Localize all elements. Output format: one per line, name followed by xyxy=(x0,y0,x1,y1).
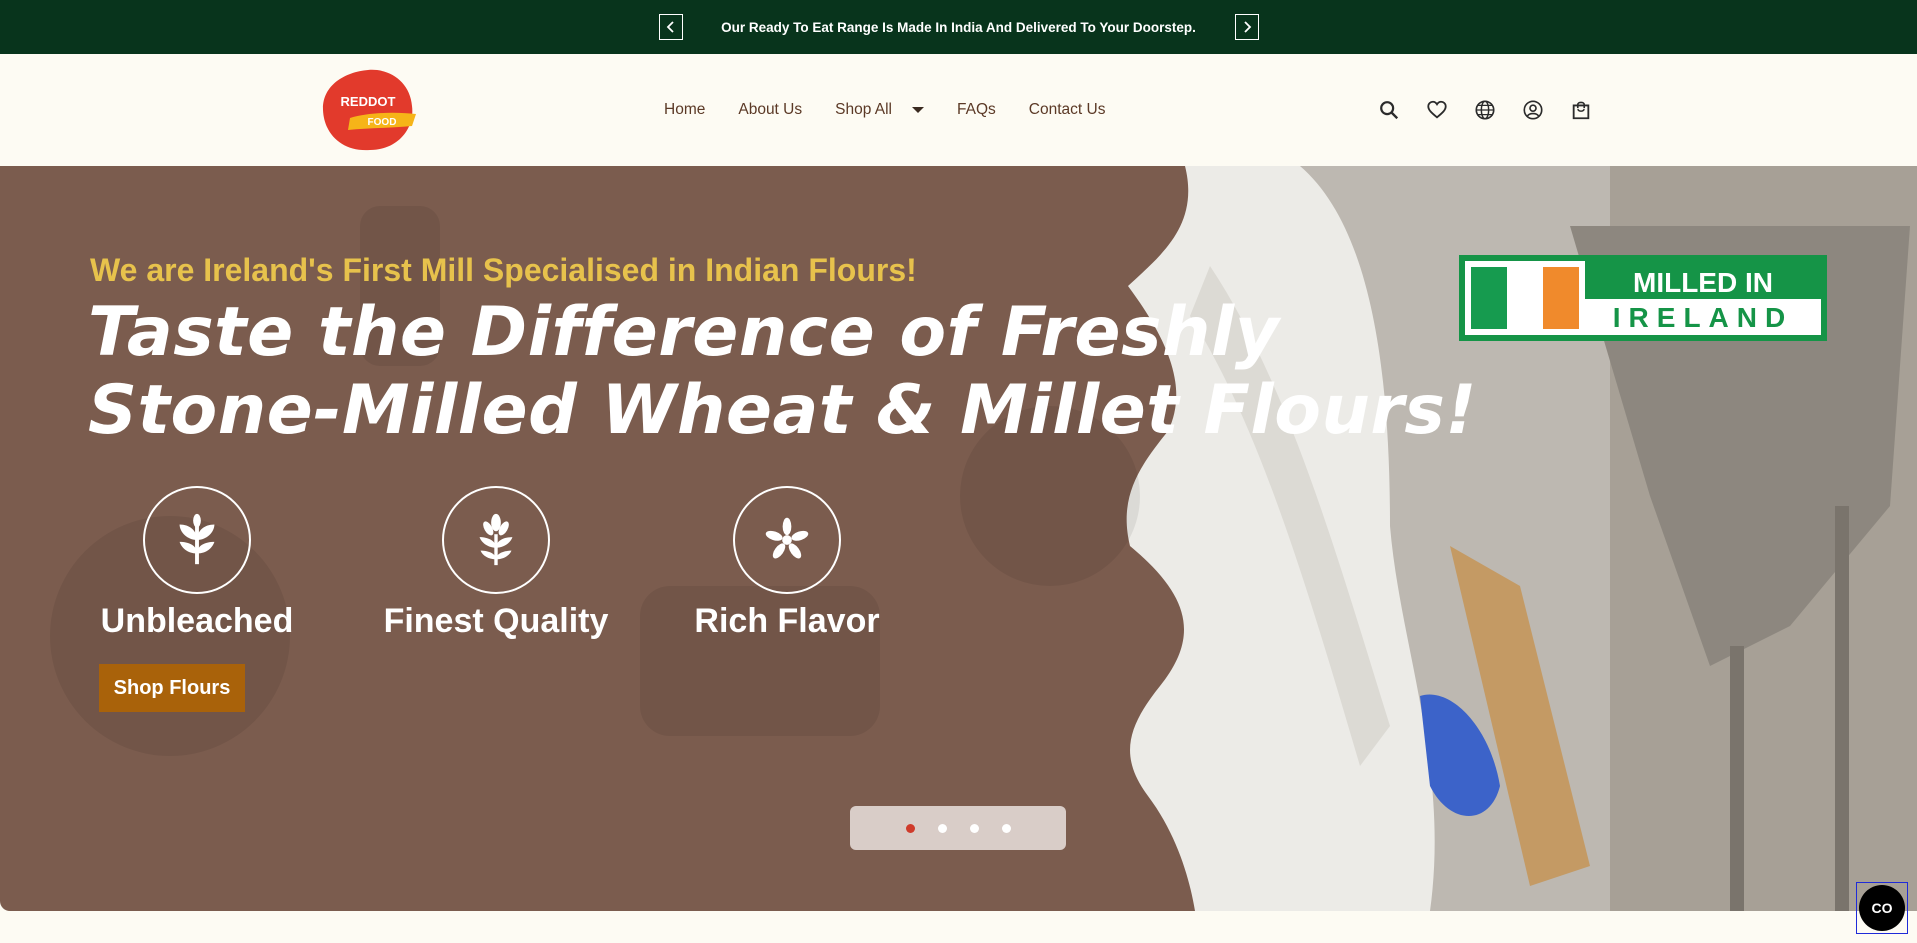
badge-text-milled-in: MILLED IN xyxy=(1633,267,1773,298)
feature-icon-circle xyxy=(442,486,550,594)
bag-icon[interactable] xyxy=(1570,99,1592,121)
feature-icon-circle xyxy=(733,486,841,594)
hero-tagline: We are Ireland's First Mill Specialised … xyxy=(90,252,917,288)
globe-icon[interactable] xyxy=(1474,99,1496,121)
hero-banner: MILLED IN IRELAND We are Ireland's First… xyxy=(0,166,1917,911)
brand-logo[interactable]: REDDOT FOOD xyxy=(320,68,416,152)
header-icons xyxy=(1378,54,1592,166)
shop-flours-button[interactable]: Shop Flours xyxy=(99,664,245,712)
slide-dot-3[interactable] xyxy=(969,823,979,833)
chevron-left-icon xyxy=(666,21,674,33)
chat-widget-button[interactable]: CO xyxy=(1856,882,1908,934)
hero-headline-line1: Taste the Difference of Freshly xyxy=(88,293,1280,372)
slide-dot-4[interactable] xyxy=(1001,823,1011,833)
chat-icon: CO xyxy=(1859,885,1905,931)
announcement-text: Our Ready To Eat Range Is Made In India … xyxy=(721,19,1196,35)
feature-finest-quality: Finest Quality xyxy=(356,486,636,641)
nav-shop-all[interactable]: Shop All xyxy=(835,101,925,119)
site-header: REDDOT FOOD Home About Us Shop All FAQs … xyxy=(0,54,1917,166)
caret-down-icon xyxy=(912,107,925,113)
main-nav: Home About Us Shop All FAQs Contact Us xyxy=(664,54,1105,166)
slider-pagination xyxy=(850,806,1066,850)
user-icon[interactable] xyxy=(1522,99,1544,121)
chevron-right-icon xyxy=(1243,21,1251,33)
feature-label: Unbleached xyxy=(100,602,294,640)
feature-label: Rich Flavor xyxy=(694,602,880,640)
nav-contact-us[interactable]: Contact Us xyxy=(1029,101,1106,119)
feature-rich-flavor: Rich Flavor xyxy=(647,486,927,641)
sprout-icon xyxy=(179,513,215,565)
nav-faqs[interactable]: FAQs xyxy=(957,101,996,119)
feature-icon-circle xyxy=(143,486,251,594)
blossom-icon xyxy=(765,517,809,559)
slide-dot-2[interactable] xyxy=(937,823,947,833)
flower-stem-icon xyxy=(479,513,513,566)
nav-home[interactable]: Home xyxy=(664,101,705,119)
feature-unbleached: Unbleached xyxy=(57,486,337,641)
slide-dot-1[interactable] xyxy=(905,823,915,833)
hero-headline: Taste the Difference of Freshly Stone-Mi… xyxy=(88,294,1477,450)
announcement-next-button[interactable] xyxy=(1234,14,1259,40)
nav-shop-all-label: Shop All xyxy=(835,101,893,118)
milled-in-ireland-badge: MILLED IN IRELAND xyxy=(1459,255,1827,341)
nav-about-us[interactable]: About Us xyxy=(738,101,802,119)
announcement-prev-button[interactable] xyxy=(658,14,683,40)
logo-text-reddot: REDDOT xyxy=(341,94,396,109)
logo-text-food: FOOD xyxy=(368,117,397,128)
announcement-bar: Our Ready To Eat Range Is Made In India … xyxy=(0,0,1917,54)
search-icon[interactable] xyxy=(1378,99,1400,121)
badge-text-ireland: IRELAND xyxy=(1613,302,1793,333)
feature-label: Finest Quality xyxy=(383,602,609,640)
heart-icon[interactable] xyxy=(1426,99,1448,121)
hero-headline-line2: Stone-Milled Wheat & Millet Flours! xyxy=(88,371,1477,450)
